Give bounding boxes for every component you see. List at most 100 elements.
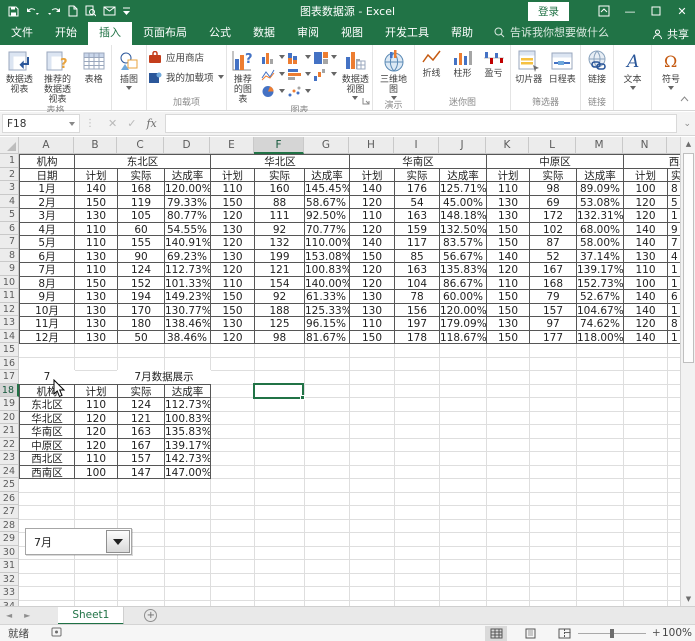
grid-cell[interactable]: 100 bbox=[623, 181, 668, 196]
grid-cell[interactable]: 140 bbox=[74, 181, 118, 196]
grid-cell[interactable]: 104.67% bbox=[576, 303, 624, 318]
print-preview-icon[interactable] bbox=[85, 3, 96, 19]
grid-cell[interactable]: 11月 bbox=[19, 316, 75, 331]
grid-cell[interactable]: 112.73% bbox=[164, 262, 211, 277]
grid-cell[interactable]: 199 bbox=[254, 249, 305, 264]
ribbon-tab-插入[interactable]: 插入 bbox=[88, 22, 132, 45]
grid-cell[interactable]: 150 bbox=[486, 289, 530, 304]
text-button[interactable]: A 文本 bbox=[615, 46, 650, 97]
sparkline-winloss-button[interactable]: 盈亏 bbox=[478, 46, 509, 97]
grid-cell[interactable]: 125.33% bbox=[304, 303, 350, 318]
grid-cell[interactable]: 东北区 bbox=[74, 154, 211, 169]
row-header-15[interactable]: 15 bbox=[0, 343, 19, 357]
grid-cell[interactable]: 110 bbox=[486, 276, 530, 291]
grid-cell[interactable]: 118.00% bbox=[576, 330, 624, 345]
grid-cell[interactable]: 78 bbox=[394, 289, 440, 304]
column-header-D[interactable]: D bbox=[164, 137, 210, 154]
grid-cell[interactable]: 130 bbox=[349, 303, 395, 318]
zoom-slider[interactable] bbox=[578, 633, 646, 634]
grid-cell[interactable]: 4 bbox=[667, 249, 680, 264]
grid-cell[interactable]: 10月 bbox=[19, 303, 75, 318]
zoom-out-icon[interactable]: − bbox=[563, 627, 572, 639]
scroll-down-icon[interactable]: ▼ bbox=[682, 592, 695, 606]
grid-cell[interactable]: 120 bbox=[210, 330, 255, 345]
grid-cell[interactable]: 130 bbox=[623, 249, 668, 264]
grid-cell[interactable]: 58.00% bbox=[576, 235, 624, 250]
table-button[interactable]: 表格 bbox=[77, 46, 110, 105]
grid-cell[interactable]: 135.83% bbox=[164, 424, 211, 439]
grid-cell[interactable]: 120 bbox=[74, 438, 118, 453]
grid-cell[interactable]: 110 bbox=[74, 451, 118, 466]
row-header-8[interactable]: 8 bbox=[0, 249, 19, 263]
grid-cell[interactable]: 4月 bbox=[19, 222, 75, 237]
grid-cell[interactable]: 110 bbox=[74, 262, 118, 277]
grid-cell[interactable]: 54 bbox=[394, 195, 440, 210]
grid-cell[interactable]: 100.83% bbox=[164, 411, 211, 426]
grid-cell[interactable]: 92 bbox=[254, 289, 305, 304]
grid-cell[interactable]: 56.67% bbox=[439, 249, 487, 264]
grid-cell[interactable]: 计划 bbox=[210, 168, 255, 183]
grid-cell[interactable]: 100 bbox=[74, 465, 118, 480]
grid-cell[interactable]: 153.08% bbox=[304, 249, 350, 264]
grid-cell[interactable]: 138.46% bbox=[164, 316, 211, 331]
ribbon-tab-审阅[interactable]: 审阅 bbox=[286, 22, 330, 45]
grid-cell[interactable]: 120.00% bbox=[439, 303, 487, 318]
grid-cell[interactable]: 7月 bbox=[19, 262, 75, 277]
grid-cell[interactable]: 85 bbox=[394, 249, 440, 264]
grid-cell[interactable]: 188 bbox=[254, 303, 305, 318]
vertical-scrollbar[interactable]: ▲ ▼ bbox=[680, 137, 695, 606]
grid-cell[interactable]: 100 bbox=[623, 276, 668, 291]
grid-cell[interactable]: 130 bbox=[349, 289, 395, 304]
grid-cell[interactable]: 90 bbox=[117, 249, 165, 264]
grid-cell[interactable]: 130 bbox=[486, 208, 530, 223]
grid-cell[interactable]: 西北区 bbox=[623, 154, 680, 169]
grid-cell[interactable]: 1 bbox=[667, 303, 680, 318]
grid-cell[interactable]: 194 bbox=[117, 289, 165, 304]
grid-cell[interactable]: 9 bbox=[667, 222, 680, 237]
grid-cell[interactable]: 111 bbox=[254, 208, 305, 223]
grid-cell[interactable]: 68.00% bbox=[576, 222, 624, 237]
grid-cell[interactable]: 154 bbox=[254, 276, 305, 291]
grid-cell[interactable]: 152.73% bbox=[576, 276, 624, 291]
link-button[interactable]: 链接 bbox=[582, 46, 612, 97]
grid-cell[interactable]: 9月 bbox=[19, 289, 75, 304]
row-header-21[interactable]: 21 bbox=[0, 424, 19, 438]
grid-cell[interactable]: 6 bbox=[667, 289, 680, 304]
zoom-in-icon[interactable]: + bbox=[652, 627, 661, 639]
grid-cell[interactable]: 120 bbox=[623, 195, 668, 210]
grid-cell[interactable]: 1 bbox=[667, 330, 680, 345]
grid-cell[interactable]: 120 bbox=[486, 262, 530, 277]
grid-cell[interactable]: 98 bbox=[529, 181, 577, 196]
illustrations-button[interactable]: 插图 bbox=[113, 46, 145, 97]
grid-cell[interactable]: 达成率 bbox=[439, 168, 487, 183]
sheet-grid[interactable]: 7月 ABCDEFGHIJKLMNO1234567891011121314151… bbox=[0, 137, 680, 606]
macro-record-icon[interactable] bbox=[51, 627, 62, 640]
grid-cell[interactable]: 华南区 bbox=[19, 424, 75, 439]
grid-cell[interactable]: 96.15% bbox=[304, 316, 350, 331]
grid-cell[interactable]: 157 bbox=[529, 303, 577, 318]
grid-cell[interactable]: 150 bbox=[349, 249, 395, 264]
save-icon[interactable] bbox=[8, 3, 19, 19]
grid-cell[interactable]: 6月 bbox=[19, 249, 75, 264]
grid-cell[interactable]: 140 bbox=[486, 249, 530, 264]
grid-cell[interactable]: 110 bbox=[210, 181, 255, 196]
row-header-16[interactable]: 16 bbox=[0, 357, 19, 371]
grid-cell[interactable]: 150 bbox=[486, 330, 530, 345]
row-header-3[interactable]: 3 bbox=[0, 181, 19, 195]
grid-cell[interactable]: 112.73% bbox=[164, 397, 211, 412]
grid-cell[interactable]: 172 bbox=[529, 208, 577, 223]
grid-cell[interactable]: 5月 bbox=[19, 235, 75, 250]
grid-cell[interactable]: 5 bbox=[667, 195, 680, 210]
grid-cell[interactable]: 156 bbox=[394, 303, 440, 318]
summary-title[interactable]: 7月数据展示 bbox=[117, 370, 211, 385]
row-header-2[interactable]: 2 bbox=[0, 168, 19, 182]
grid-cell[interactable]: 120 bbox=[74, 424, 118, 439]
grid-cell[interactable]: 170 bbox=[117, 303, 165, 318]
grid-cell[interactable]: 130 bbox=[210, 249, 255, 264]
grid-cell[interactable]: 167 bbox=[529, 262, 577, 277]
sparkline-column-button[interactable]: 柱形 bbox=[447, 46, 478, 97]
scatter-chart-button[interactable] bbox=[287, 84, 311, 98]
grid-cell[interactable]: 79 bbox=[529, 289, 577, 304]
row-header-7[interactable]: 7 bbox=[0, 235, 19, 249]
grid-cell[interactable]: 120 bbox=[210, 208, 255, 223]
